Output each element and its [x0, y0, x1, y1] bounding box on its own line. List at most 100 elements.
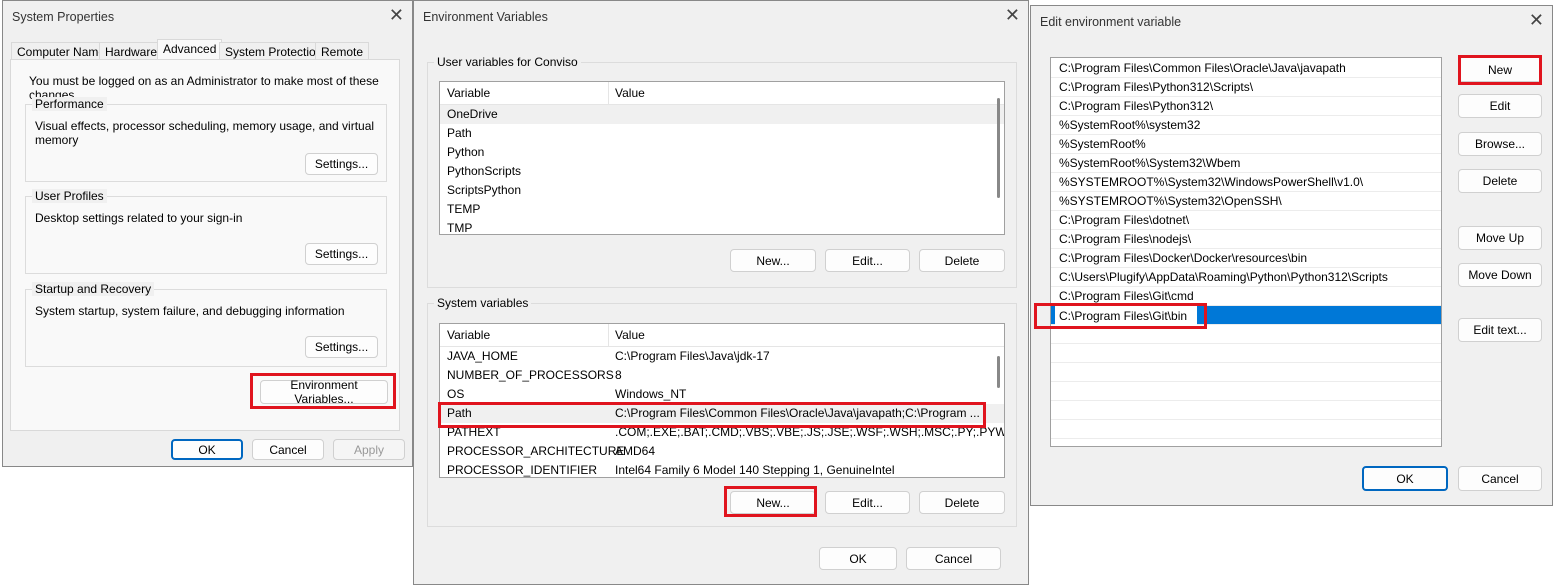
- group-label: User variables for Conviso: [434, 55, 581, 69]
- system-new-button[interactable]: New...: [730, 491, 816, 514]
- scrollbar[interactable]: [997, 98, 1000, 198]
- delete-button[interactable]: Delete: [1458, 169, 1542, 193]
- table-row[interactable]: ScriptsPython: [440, 181, 1004, 200]
- variable-name: PATHEXT: [447, 425, 501, 439]
- variable-value: Windows_NT: [615, 387, 687, 401]
- table-row[interactable]: Path: [440, 124, 1004, 143]
- ok-button[interactable]: OK: [819, 547, 897, 570]
- window-title: Edit environment variable: [1040, 15, 1182, 29]
- variable-value: 8: [615, 368, 622, 382]
- path-entry[interactable]: %SystemRoot%: [1051, 135, 1441, 154]
- path-entry[interactable]: %SystemRoot%\system32: [1051, 116, 1441, 135]
- group-label: System variables: [434, 296, 532, 310]
- variable-name: PythonScripts: [447, 164, 522, 178]
- path-entry[interactable]: C:\Users\Plugify\AppData\Roaming\Python\…: [1051, 268, 1441, 287]
- tab-remote[interactable]: Remote: [315, 42, 370, 60]
- path-entry[interactable]: C:\Program Files\Python312\: [1051, 97, 1441, 116]
- group-label: Performance: [32, 97, 107, 111]
- ok-button[interactable]: OK: [171, 439, 243, 460]
- path-entry[interactable]: %SystemRoot%\System32\Wbem: [1051, 154, 1441, 173]
- startup-settings-button[interactable]: Settings...: [305, 336, 378, 358]
- variable-name: Path: [447, 126, 472, 140]
- tab-system-protection[interactable]: System Protection: [219, 42, 329, 60]
- variable-value: Intel64 Family 6 Model 140 Stepping 1, G…: [615, 463, 895, 477]
- list-header: Variable Value: [440, 324, 1004, 347]
- path-entry[interactable]: C:\Program Files\dotnet\: [1051, 211, 1441, 230]
- table-row[interactable]: TMP: [440, 219, 1004, 235]
- path-entries-list[interactable]: C:\Program Files\Common Files\Oracle\Jav…: [1050, 57, 1442, 447]
- edit-button[interactable]: Edit: [1458, 94, 1542, 118]
- user-profiles-settings-button[interactable]: Settings...: [305, 243, 378, 265]
- tab-advanced[interactable]: Advanced: [157, 39, 223, 60]
- system-edit-button[interactable]: Edit...: [825, 491, 910, 514]
- edit-environment-variable-window: Edit environment variable ✕ C:\Program F…: [1030, 5, 1553, 506]
- empty-row[interactable]: [1051, 363, 1441, 382]
- close-icon[interactable]: ✕: [1529, 10, 1544, 31]
- cancel-button[interactable]: Cancel: [252, 439, 324, 460]
- table-row[interactable]: Python: [440, 143, 1004, 162]
- table-row[interactable]: PROCESSOR_ARCHITECTURE AMD64: [440, 442, 1004, 461]
- new-button[interactable]: New: [1458, 57, 1542, 82]
- path-entry[interactable]: %SYSTEMROOT%\System32\OpenSSH\: [1051, 192, 1441, 211]
- path-entry[interactable]: C:\Program Files\Docker\Docker\resources…: [1051, 249, 1441, 268]
- edit-text-button[interactable]: Edit text...: [1458, 318, 1542, 342]
- window-title: Environment Variables: [423, 10, 548, 24]
- performance-settings-button[interactable]: Settings...: [305, 153, 378, 175]
- path-entry[interactable]: C:\Program Files\Git\cmd: [1051, 287, 1441, 306]
- user-variables-list[interactable]: Variable Value OneDrive Path Python PythonSc…: [439, 81, 1005, 235]
- path-entry[interactable]: C:\Program Files\nodejs\: [1051, 230, 1441, 249]
- col-value[interactable]: Value: [608, 324, 645, 346]
- table-row[interactable]: OS Windows_NT: [440, 385, 1004, 404]
- environment-variables-button[interactable]: Environment Variables...: [260, 378, 388, 406]
- variable-name: Python: [447, 145, 485, 159]
- close-icon[interactable]: ✕: [389, 5, 404, 26]
- environment-variables-window: Environment Variables ✕ User variables f…: [413, 0, 1029, 585]
- col-variable[interactable]: Variable: [447, 82, 490, 104]
- col-variable[interactable]: Variable: [447, 324, 490, 346]
- editing-entry-row[interactable]: [1051, 306, 1441, 325]
- cancel-button[interactable]: Cancel: [906, 547, 1001, 570]
- system-variables-list[interactable]: Variable Value JAVA_HOME C:\Program Files\…: [439, 323, 1005, 478]
- path-entry[interactable]: C:\Program Files\Common Files\Oracle\Jav…: [1051, 59, 1441, 78]
- variable-name: OS: [447, 387, 465, 401]
- col-value[interactable]: Value: [608, 82, 645, 104]
- tab-computer-name[interactable]: Computer Name: [11, 42, 112, 60]
- close-icon[interactable]: ✕: [1005, 5, 1020, 26]
- ok-button[interactable]: OK: [1362, 466, 1448, 491]
- variable-value: .COM;.EXE;.BAT;.CMD;.VBS;.VBE;.JS;.JSE;.…: [615, 425, 1005, 439]
- group-label: User Profiles: [32, 189, 107, 203]
- apply-button[interactable]: Apply: [333, 439, 405, 460]
- table-row[interactable]: Path C:\Program Files\Common Files\Oracle…: [440, 404, 1004, 423]
- table-row[interactable]: PROCESSOR_IDENTIFIER Intel64 Family 6 Mod…: [440, 461, 1004, 477]
- table-row[interactable]: PATHEXT .COM;.EXE;.BAT;.CMD;.VBS;.VBE;.JS…: [440, 423, 1004, 442]
- scrollbar[interactable]: [997, 356, 1000, 388]
- tab-hardware[interactable]: Hardware: [99, 42, 164, 60]
- move-down-button[interactable]: Move Down: [1458, 263, 1542, 287]
- empty-row[interactable]: [1051, 382, 1441, 401]
- empty-row[interactable]: [1051, 420, 1441, 439]
- table-row[interactable]: TEMP: [440, 200, 1004, 219]
- variable-name: TMP: [447, 221, 473, 235]
- variable-name: Path: [447, 406, 472, 420]
- table-row[interactable]: NUMBER_OF_PROCESSORS 8: [440, 366, 1004, 385]
- variable-name: OneDrive: [447, 107, 498, 121]
- empty-row[interactable]: [1051, 401, 1441, 420]
- startup-recovery-group: Startup and Recovery System startup, syst…: [25, 282, 387, 367]
- variable-value: C:\Program Files\Java\jdk-17: [615, 349, 770, 363]
- browse-button[interactable]: Browse...: [1458, 132, 1542, 156]
- user-delete-button[interactable]: Delete: [919, 249, 1005, 272]
- path-entry[interactable]: C:\Program Files\Python312\Scripts\: [1051, 78, 1441, 97]
- user-new-button[interactable]: New...: [730, 249, 816, 272]
- table-row[interactable]: OneDrive: [440, 105, 1004, 124]
- path-entry[interactable]: %SYSTEMROOT%\System32\WindowsPowerShell\…: [1051, 173, 1441, 192]
- empty-row[interactable]: [1051, 325, 1441, 344]
- table-row[interactable]: JAVA_HOME C:\Program Files\Java\jdk-17: [440, 347, 1004, 366]
- user-edit-button[interactable]: Edit...: [825, 249, 910, 272]
- table-row[interactable]: PythonScripts: [440, 162, 1004, 181]
- path-entry-input[interactable]: [1055, 306, 1197, 325]
- move-up-button[interactable]: Move Up: [1458, 226, 1542, 250]
- variable-name: NUMBER_OF_PROCESSORS: [447, 368, 614, 382]
- system-delete-button[interactable]: Delete: [919, 491, 1005, 514]
- cancel-button[interactable]: Cancel: [1458, 466, 1542, 491]
- empty-row[interactable]: [1051, 344, 1441, 363]
